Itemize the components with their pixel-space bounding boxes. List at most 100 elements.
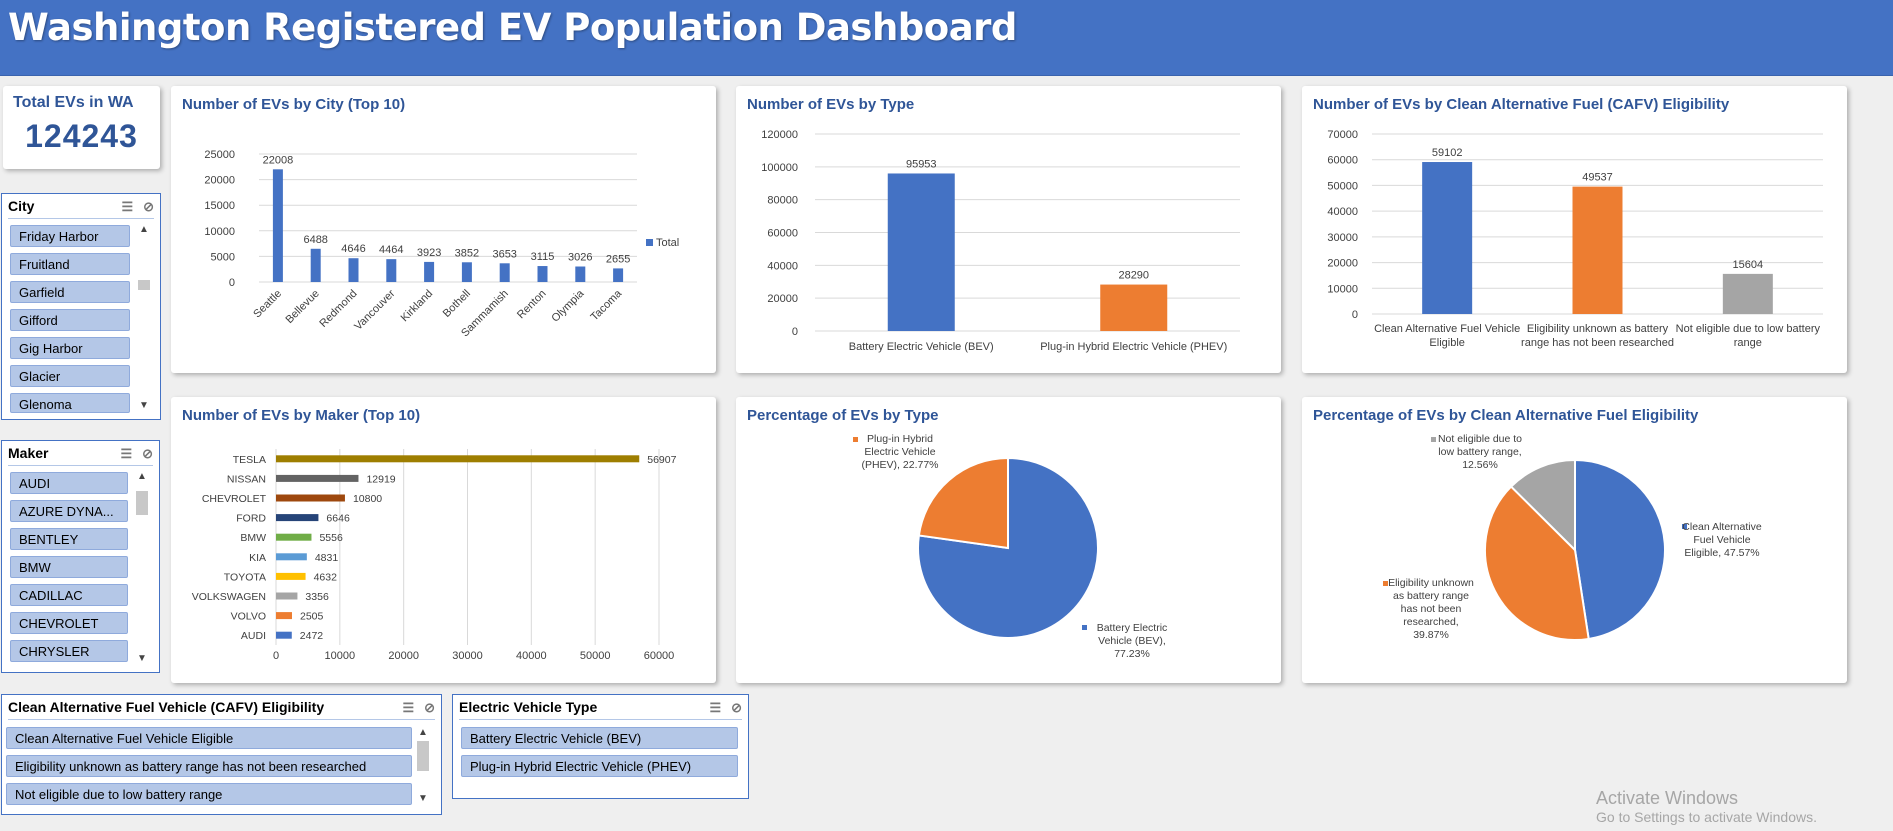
bar	[310, 248, 321, 282]
y-tick-label: 50000	[1327, 180, 1358, 192]
slicer-item[interactable]: AUDI	[10, 472, 128, 494]
city-slicer-scrollbar[interactable]: ▲ ▼	[137, 224, 151, 414]
bar	[276, 631, 292, 639]
clear-filter-icon[interactable]: ⊘	[143, 199, 154, 214]
data-label: 6646	[326, 513, 350, 525]
cafv-bar-chart: 0 10000 20000 30000 40000 50000 60000 70000 5910…	[1327, 129, 1823, 349]
data-label: 3653	[492, 248, 516, 260]
x-tick-label: 40000	[516, 650, 547, 662]
data-label: 4464	[379, 244, 403, 256]
data-label: 5556	[319, 532, 343, 544]
scroll-up-icon[interactable]: ▲	[137, 224, 151, 235]
maker-slicer-header: Maker ☰ ⊘	[8, 445, 153, 466]
slicer-item[interactable]: Not eligible due to low battery range	[6, 783, 412, 805]
clear-filter-icon[interactable]: ⊘	[424, 700, 435, 715]
data-label: 49537	[1582, 172, 1613, 184]
y-tick-label: 100000	[761, 162, 798, 174]
multi-select-icon[interactable]: ☰	[120, 446, 132, 461]
data-label: 56907	[647, 454, 676, 466]
bar	[1722, 273, 1773, 314]
slicer-item[interactable]: Gifford	[10, 309, 130, 331]
scrollbar-thumb[interactable]	[136, 491, 148, 515]
y-tick-label: 15000	[204, 200, 235, 212]
cafv-slicer-header: Clean Alternative Fuel Vehicle (CAFV) El…	[8, 699, 435, 720]
data-label: 3923	[417, 247, 441, 259]
slice-label: Plug-in Hybrid Electric Vehicle (PHEV), 22…	[861, 433, 938, 471]
dashboard-header: Washington Registered EV Population Dash…	[0, 0, 1893, 76]
x-tick-label: 50000	[580, 650, 611, 662]
slicer-item[interactable]: Clean Alternative Fuel Vehicle Eligible	[6, 727, 412, 749]
data-label: 3026	[568, 252, 592, 264]
legend-swatch	[646, 239, 653, 246]
bar	[272, 169, 283, 282]
clear-filter-icon[interactable]: ⊘	[731, 700, 742, 715]
y-tick-label: 60000	[1327, 155, 1358, 167]
legend-swatch	[1082, 625, 1087, 630]
slicer-item[interactable]: Friday Harbor	[10, 225, 130, 247]
maker-bar-chart: 0 10000 20000 30000 40000 50000 60000 TESLA 5690…	[192, 449, 677, 662]
scroll-down-icon[interactable]: ▼	[416, 793, 430, 804]
slicer-item[interactable]: BMW	[10, 556, 128, 578]
slicer-item[interactable]: CHRYSLER	[10, 640, 128, 662]
watermark-line-1: Activate Windows	[1596, 788, 1739, 808]
bar	[276, 494, 345, 502]
y-tick-label: 40000	[767, 260, 798, 272]
slicer-item[interactable]: Fruitland	[10, 253, 130, 275]
slicer-item[interactable]: AZURE DYNA...	[10, 500, 128, 522]
multi-select-icon[interactable]: ☰	[402, 700, 414, 715]
data-label: 22008	[263, 154, 294, 166]
bar	[276, 533, 312, 541]
x-tick-label: Battery Electric Vehicle (BEV)	[849, 341, 994, 353]
bar	[537, 266, 548, 282]
data-label: 15604	[1733, 259, 1764, 271]
slicer-item[interactable]: Gig Harbor	[10, 337, 130, 359]
slicer-item[interactable]: Battery Electric Vehicle (BEV)	[461, 727, 738, 749]
y-tick-label: VOLKSWAGEN	[192, 591, 266, 603]
scrollbar-thumb[interactable]	[417, 741, 429, 771]
data-label: 59102	[1432, 147, 1463, 159]
slicer-item[interactable]: Glacier	[10, 365, 130, 387]
chart-percent-by-type: Percentage of EVs by Type Battery Electr…	[736, 397, 1281, 683]
y-tick-label: 120000	[761, 129, 798, 141]
slicer-item[interactable]: Glenoma	[10, 393, 130, 413]
data-label: 12919	[366, 473, 395, 485]
slicer-item[interactable]: CADILLAC	[10, 584, 128, 606]
scroll-up-icon[interactable]: ▲	[416, 727, 430, 738]
slicer-item[interactable]: Plug-in Hybrid Electric Vehicle (PHEV)	[461, 755, 738, 777]
legend-swatch	[853, 437, 858, 442]
y-tick-label: CHEVROLET	[202, 493, 267, 505]
scrollbar-thumb[interactable]	[138, 280, 150, 290]
slicer-item[interactable]: Eligibility unknown as battery range has…	[6, 755, 412, 777]
x-tick-label: Renton	[515, 288, 549, 322]
bar	[276, 514, 319, 522]
multi-select-icon[interactable]: ☰	[121, 199, 133, 214]
y-tick-label: 0	[792, 326, 798, 338]
y-tick-label: 60000	[767, 228, 798, 240]
y-tick-label: 20000	[767, 293, 798, 305]
clear-filter-icon[interactable]: ⊘	[142, 446, 153, 461]
x-tick-label: Plug-in Hybrid Electric Vehicle (PHEV)	[1040, 341, 1227, 353]
scroll-down-icon[interactable]: ▼	[135, 653, 149, 664]
maker-slicer-scrollbar[interactable]: ▲ ▼	[135, 471, 149, 667]
scroll-down-icon[interactable]: ▼	[137, 400, 151, 411]
slicer-item[interactable]: BENTLEY	[10, 528, 128, 550]
cafv-slicer-scrollbar[interactable]: ▲ ▼	[416, 727, 430, 807]
watermark-line-2: Go to Settings to activate Windows.	[1596, 809, 1817, 825]
y-tick-label: 25000	[204, 149, 235, 161]
multi-select-icon[interactable]: ☰	[709, 700, 721, 715]
ev-type-slicer: Electric Vehicle Type ☰ ⊘ Battery Electri…	[452, 694, 749, 799]
x-tick-label: Clean Alternative Fuel Vehicle Eligible	[1374, 323, 1520, 349]
x-tick-label: Kirkland	[399, 288, 436, 325]
y-tick-label: 40000	[1327, 206, 1358, 218]
bar	[424, 261, 435, 282]
scroll-up-icon[interactable]: ▲	[135, 471, 149, 482]
bar	[887, 173, 955, 331]
kpi-card-total-evs: Total EVs in WA 124243	[3, 86, 160, 169]
y-tick-label: KIA	[249, 552, 266, 564]
y-tick-label: 20000	[204, 175, 235, 187]
bar	[575, 266, 586, 282]
slicer-item[interactable]: Garfield	[10, 281, 130, 303]
slicer-item[interactable]: CHEVROLET	[10, 612, 128, 634]
y-tick-label: NISSAN	[227, 473, 266, 485]
bar	[461, 262, 472, 282]
